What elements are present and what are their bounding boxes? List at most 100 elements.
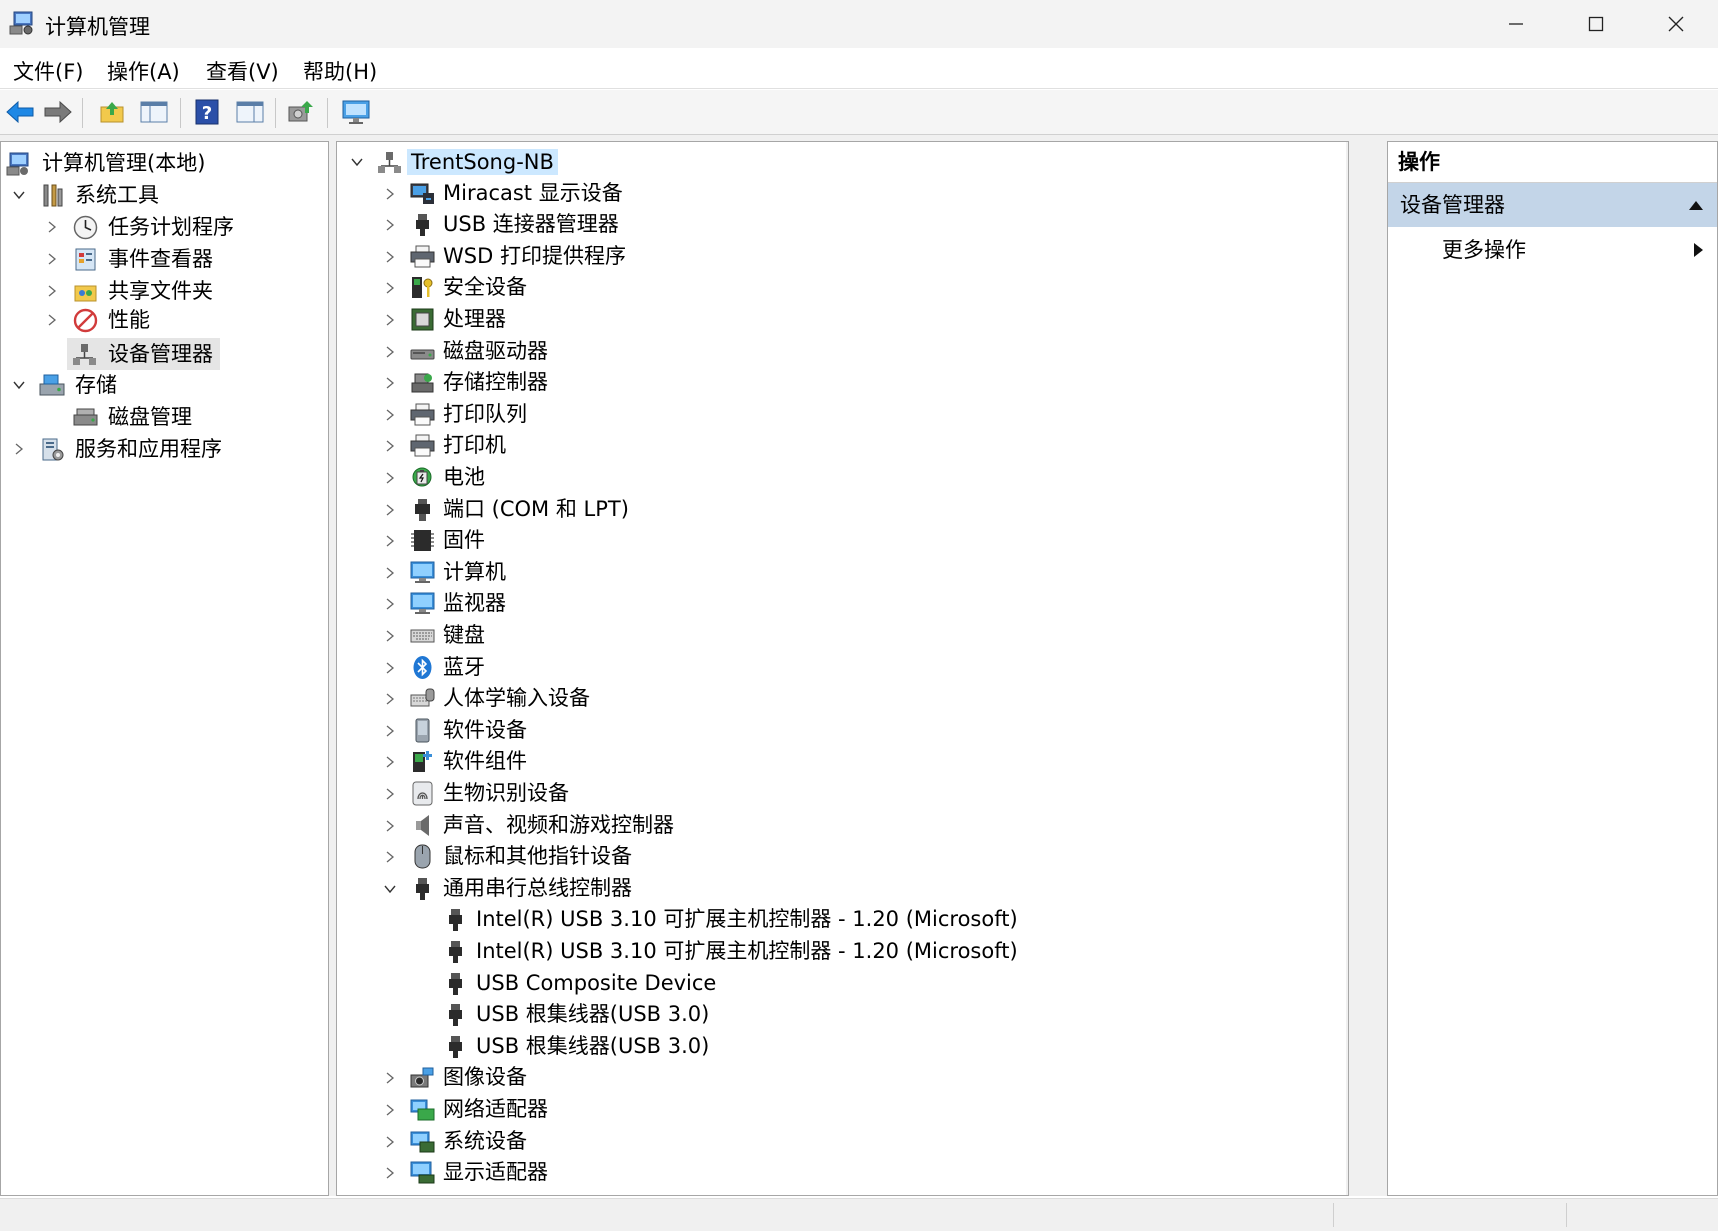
device-category-row[interactable]: 网络适配器 [337,1094,1337,1124]
chevron-right-icon[interactable] [383,724,397,738]
device-category-row[interactable]: 计算机 [337,557,1337,587]
chevron-right-icon[interactable] [383,819,397,833]
chevron-right-icon[interactable] [383,755,397,769]
device-category-row[interactable]: 图像设备 [337,1062,1337,1092]
back-arrow-icon [6,100,34,124]
close-button[interactable] [1636,0,1716,48]
chevron-right-icon[interactable] [45,284,59,298]
chevron-right-icon[interactable] [383,218,397,232]
chevron-right-icon[interactable] [45,252,59,266]
device-category-row[interactable]: 软件组件 [337,746,1337,776]
menu-help[interactable]: 帮助(H) [303,56,377,86]
tree-item-system-tools[interactable]: 系统工具 [1,180,328,210]
update-driver-button[interactable] [284,95,318,129]
menu-file[interactable]: 文件(F) [13,56,83,86]
collapse-up-icon[interactable] [1688,199,1704,211]
device-category-row[interactable]: 电池 [337,462,1337,492]
device-category-row[interactable]: 打印机 [337,430,1337,460]
device-category-row[interactable]: 打印队列 [337,399,1337,429]
tree-item-task-scheduler[interactable]: 任务计划程序 [1,212,328,242]
scan-hardware-button[interactable] [339,95,373,129]
chevron-right-icon[interactable] [383,1071,397,1085]
tree-item-services-and-applications[interactable]: 服务和应用程序 [1,434,328,464]
chevron-right-icon[interactable] [383,313,397,327]
device-category-row[interactable]: 软件设备 [337,715,1337,745]
tree-item-computer-management-local[interactable]: 计算机管理(本地) [1,148,328,178]
device-category-row[interactable]: 蓝牙 [337,652,1337,682]
maximize-button[interactable] [1556,0,1636,48]
chevron-right-icon[interactable] [383,187,397,201]
tree-item-shared-folders[interactable]: 共享文件夹 [1,276,328,306]
chevron-right-icon[interactable] [383,597,397,611]
device-category-row[interactable]: 通用串行总线控制器 [337,873,1337,903]
actions-section-device-manager[interactable]: 设备管理器 [1388,183,1717,227]
tree-item-device-manager[interactable]: 设备管理器 [67,338,220,370]
device-category-row[interactable]: Miracast 显示设备 [337,178,1337,208]
chevron-right-icon[interactable] [383,471,397,485]
chevron-right-icon[interactable] [383,1166,397,1180]
chevron-right-icon[interactable] [383,566,397,580]
chevron-right-icon[interactable] [45,313,59,327]
device-category-row[interactable]: 系统设备 [337,1126,1337,1156]
chevron-right-icon[interactable] [383,345,397,359]
minimize-button[interactable] [1476,0,1556,48]
device-category-row[interactable]: 人体学输入设备 [337,683,1337,713]
usb-device-row[interactable]: USB Composite Device [337,968,1337,998]
chevron-right-icon[interactable] [383,250,397,264]
up-level-button[interactable] [95,95,129,129]
device-category-row[interactable]: 显示适配器 [337,1157,1337,1187]
tree-item-disk-management[interactable]: 磁盘管理 [1,402,328,432]
device-category-row[interactable]: 键盘 [337,620,1337,650]
chevron-right-icon[interactable] [45,220,59,234]
back-button[interactable] [3,95,37,129]
device-category-row[interactable]: 固件 [337,525,1337,555]
chevron-right-icon[interactable] [383,1103,397,1117]
forward-button[interactable] [41,95,75,129]
chevron-right-icon[interactable] [383,408,397,422]
device-category-row[interactable]: 处理器 [337,304,1337,334]
menu-action[interactable]: 操作(A) [107,56,180,86]
device-category-row[interactable]: 声音、视频和游戏控制器 [337,810,1337,840]
chevron-right-icon[interactable] [383,534,397,548]
help-button[interactable]: ? [190,95,224,129]
usb-device-row[interactable]: USB 根集线器(USB 3.0) [337,1031,1337,1061]
chevron-right-icon[interactable] [12,442,26,456]
device-category-row[interactable]: 鼠标和其他指针设备 [337,841,1337,871]
chevron-down-icon[interactable] [350,155,364,169]
chevron-right-icon[interactable] [383,850,397,864]
vertical-scrollbar[interactable] [1346,142,1348,1195]
device-category-row[interactable]: 生物识别设备 [337,778,1337,808]
show-hide-tree-button[interactable] [137,95,171,129]
device-category-row[interactable]: 存储控制器 [337,367,1337,397]
tree-item-event-viewer[interactable]: 事件查看器 [1,244,328,274]
usb-device-row[interactable]: Intel(R) USB 3.10 可扩展主机控制器 - 1.20 (Micro… [337,904,1337,934]
chevron-down-icon[interactable] [12,378,26,392]
device-tree-computer-node[interactable]: TrentSong-NB [337,146,558,178]
chevron-right-icon[interactable] [383,281,397,295]
device-category-row[interactable]: 端口 (COM 和 LPT) [337,494,1337,524]
chevron-right-icon[interactable] [383,376,397,390]
device-category-row[interactable]: USB 连接器管理器 [337,209,1337,239]
device-category-row[interactable]: 磁盘驱动器 [337,336,1337,366]
chevron-right-icon[interactable] [383,692,397,706]
tree-label: 系统工具 [75,183,159,207]
chevron-down-icon[interactable] [12,188,26,202]
show-action-pane-button[interactable] [233,95,267,129]
battery-icon [412,467,432,487]
chevron-down-icon[interactable] [383,882,397,896]
menu-view[interactable]: 查看(V) [206,56,279,86]
more-actions-item[interactable]: 更多操作 [1388,230,1717,270]
chevron-right-icon[interactable] [383,503,397,517]
chevron-right-icon[interactable] [383,661,397,675]
chevron-right-icon[interactable] [383,629,397,643]
usb-device-row[interactable]: USB 根集线器(USB 3.0) [337,999,1337,1029]
chevron-right-icon[interactable] [383,1135,397,1149]
device-category-row[interactable]: 安全设备 [337,272,1337,302]
device-category-row[interactable]: 监视器 [337,588,1337,618]
usb-device-row[interactable]: Intel(R) USB 3.10 可扩展主机控制器 - 1.20 (Micro… [337,936,1337,966]
tree-item-storage[interactable]: 存储 [1,370,328,400]
chevron-right-icon[interactable] [383,787,397,801]
device-category-row[interactable]: WSD 打印提供程序 [337,241,1337,271]
chevron-right-icon[interactable] [383,439,397,453]
tree-item-performance[interactable]: 性能 [1,305,328,335]
